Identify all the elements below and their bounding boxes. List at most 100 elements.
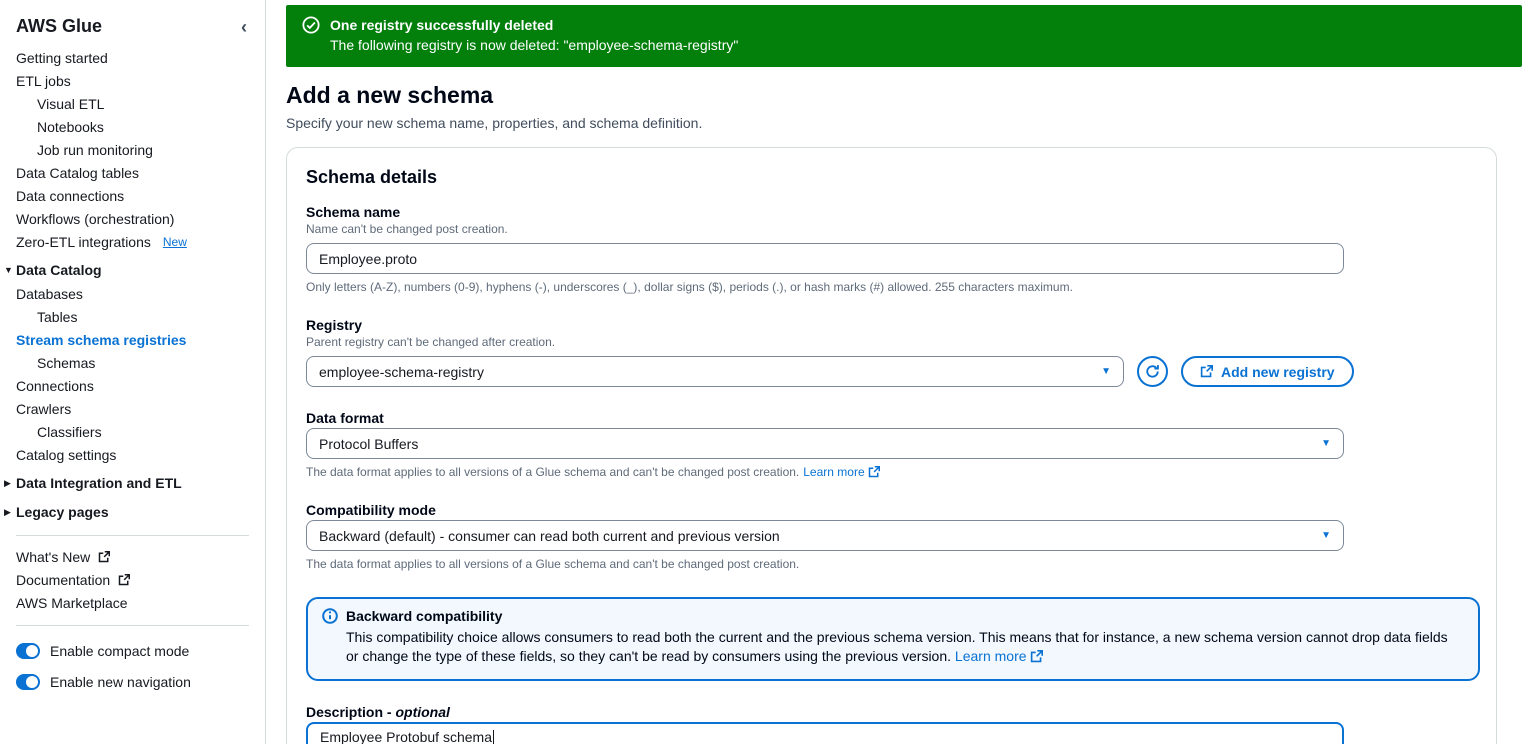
sidebar-item-stream-schema-registries[interactable]: Stream schema registries [0,329,265,352]
external-link-icon [868,466,880,478]
sidebar-item-schemas[interactable]: Schemas [0,352,265,375]
registry-select-value: employee-schema-registry [319,363,484,380]
sidebar-item-label: Notebooks [37,119,104,135]
sidebar-item-catalog-settings[interactable]: Catalog settings [0,444,265,467]
flashbar-text: One registry successfully deleted The fo… [330,15,738,55]
registry-label: Registry [306,317,363,333]
schema-details-title: Schema details [306,167,438,187]
sidebar-section-legacy-pages[interactable]: ▶ Legacy pages [0,496,265,525]
sidebar-item-connections[interactable]: Connections [0,375,265,398]
main-content: One registry successfully deleted The fo… [266,0,1522,744]
sidebar-item-label: Schemas [37,355,96,371]
sidebar-item-data-catalog-tables[interactable]: Data Catalog tables [0,162,265,185]
description-value: Employee Protobuf schema [320,729,492,744]
registry-help: Parent registry can't be changed after c… [306,335,556,349]
toggle-switch[interactable] [16,674,40,690]
page-subtitle: Specify your new schema name, properties… [286,115,703,131]
learn-more-link[interactable]: Learn more [955,647,1043,666]
description-label: Description - optional [306,704,1477,720]
schema-name-constraint: Only letters (A-Z), numbers (0-9), hyphe… [306,280,1073,294]
schema-name-help: Name can't be changed post creation. [306,222,508,236]
sidebar-item-label: Visual ETL [37,96,105,112]
sidebar-collapse-icon[interactable]: ‹ [241,18,247,36]
refresh-icon [1145,364,1160,379]
sidebar-item-label: Catalog settings [16,447,117,463]
sidebar-item-label: ETL jobs [16,73,71,89]
text-cursor [492,730,494,744]
sidebar-item-label: Crawlers [16,401,72,417]
toggle-enable-compact-mode[interactable]: Enable compact mode [0,636,265,667]
data-format-select[interactable]: Protocol Buffers ▼ [306,428,1344,459]
toggle-enable-new-navigation[interactable]: Enable new navigation [0,667,265,698]
caret-down-icon: ▼ [4,265,13,275]
compatibility-select-value: Backward (default) - consumer can read b… [319,527,780,544]
sidebar-item-label: Data connections [16,188,125,204]
schema-name-field: Schema name Name can't be changed post c… [306,204,1477,294]
sidebar-item-data-connections[interactable]: Data connections [0,185,265,208]
sidebar-section-label: Data Catalog [16,262,102,278]
flashbar-title: One registry successfully deleted [330,17,554,33]
toggle-switch[interactable] [16,643,40,659]
sidebar-item-label: Zero-ETL integrations [16,234,151,250]
app-root: AWS Glue ‹ Getting started ETL jobs Visual… [0,0,1522,744]
sidebar-item-what-s-new[interactable]: What's New [0,546,265,569]
refresh-button[interactable] [1137,356,1168,387]
learn-more-label: Learn more [954,648,1027,664]
description-field: Description - optional Employee Protobuf… [306,704,1477,744]
description-textarea[interactable]: Employee Protobuf schema [306,722,1344,744]
sidebar-item-job-run-monitoring[interactable]: Job run monitoring [0,139,265,162]
data-format-constraint: The data format applies to all versions … [306,465,1477,479]
app-title: AWS Glue [16,16,103,36]
sidebar-item-etl-jobs[interactable]: ETL jobs [0,70,265,93]
sidebar-item-label: Databases [16,286,83,302]
sidebar: AWS Glue ‹ Getting started ETL jobs Visual… [0,0,266,744]
sidebar-item-label: What's New [16,549,91,565]
sidebar-item-workflows-orchestration[interactable]: Workflows (orchestration) [0,208,265,231]
sidebar-item-notebooks[interactable]: Notebooks [0,116,265,139]
sidebar-nav: Getting started ETL jobs Visual ETL Noteboo… [0,47,265,698]
sidebar-header: AWS Glue ‹ [0,12,265,47]
sidebar-item-visual-etl[interactable]: Visual ETL [0,93,265,116]
sidebar-divider [16,535,249,536]
data-format-select-value: Protocol Buffers [319,435,419,452]
sidebar-item-label: Classifiers [37,424,102,440]
info-box-text: This compatibility choice allows consume… [346,629,1448,664]
sidebar-item-zero-etl-integrations[interactable]: Zero-ETL integrations New [0,231,265,254]
registry-select[interactable]: employee-schema-registry ▼ [306,356,1124,387]
sidebar-item-classifiers[interactable]: Classifiers [0,421,265,444]
registry-field: Registry Parent registry can't be change… [306,317,1477,387]
sidebar-item-tables[interactable]: Tables [0,306,265,329]
sidebar-item-aws-marketplace[interactable]: AWS Marketplace [0,592,265,615]
sidebar-item-label: Workflows (orchestration) [16,211,175,227]
info-box-title: Backward compatibility [346,608,503,624]
sidebar-item-label: Data Catalog tables [16,165,139,181]
sidebar-section-label: Data Integration and ETL [16,475,182,491]
compatibility-select[interactable]: Backward (default) - consumer can read b… [306,520,1344,551]
success-check-icon [302,16,320,34]
compatibility-constraint: The data format applies to all versions … [306,557,800,571]
add-new-registry-button[interactable]: Add new registry [1181,356,1354,387]
sidebar-item-getting-started[interactable]: Getting started [0,47,265,70]
compatibility-field: Compatibility mode Backward (default) - … [306,502,1477,571]
sidebar-item-label: Connections [16,378,94,394]
info-box-body: This compatibility choice allows consume… [346,628,1462,666]
data-format-field: Data format Protocol Buffers ▼ The data … [306,410,1477,479]
sidebar-item-documentation[interactable]: Documentation [0,569,265,592]
page-title: Add a new schema [286,82,494,108]
sidebar-section-data-catalog[interactable]: ▼ Data Catalog [0,254,265,283]
sidebar-item-crawlers[interactable]: Crawlers [0,398,265,421]
sidebar-item-label: Job run monitoring [37,142,153,158]
caret-right-icon: ▶ [4,478,11,488]
external-link-icon [1030,650,1043,663]
sidebar-section-data-integration-and-etl[interactable]: ▶ Data Integration and ETL [0,467,265,496]
learn-more-label: Learn more [803,465,865,479]
sidebar-item-label: Tables [37,309,78,325]
sidebar-item-databases[interactable]: Databases [0,283,265,306]
schema-name-input[interactable] [306,243,1344,274]
external-link-icon [98,551,111,563]
external-link-icon [1200,365,1213,378]
caret-down-icon: ▼ [1101,366,1111,377]
learn-more-link[interactable]: Learn more [803,465,880,479]
sidebar-item-label: AWS Marketplace [16,595,128,611]
schema-name-label: Schema name [306,204,401,220]
